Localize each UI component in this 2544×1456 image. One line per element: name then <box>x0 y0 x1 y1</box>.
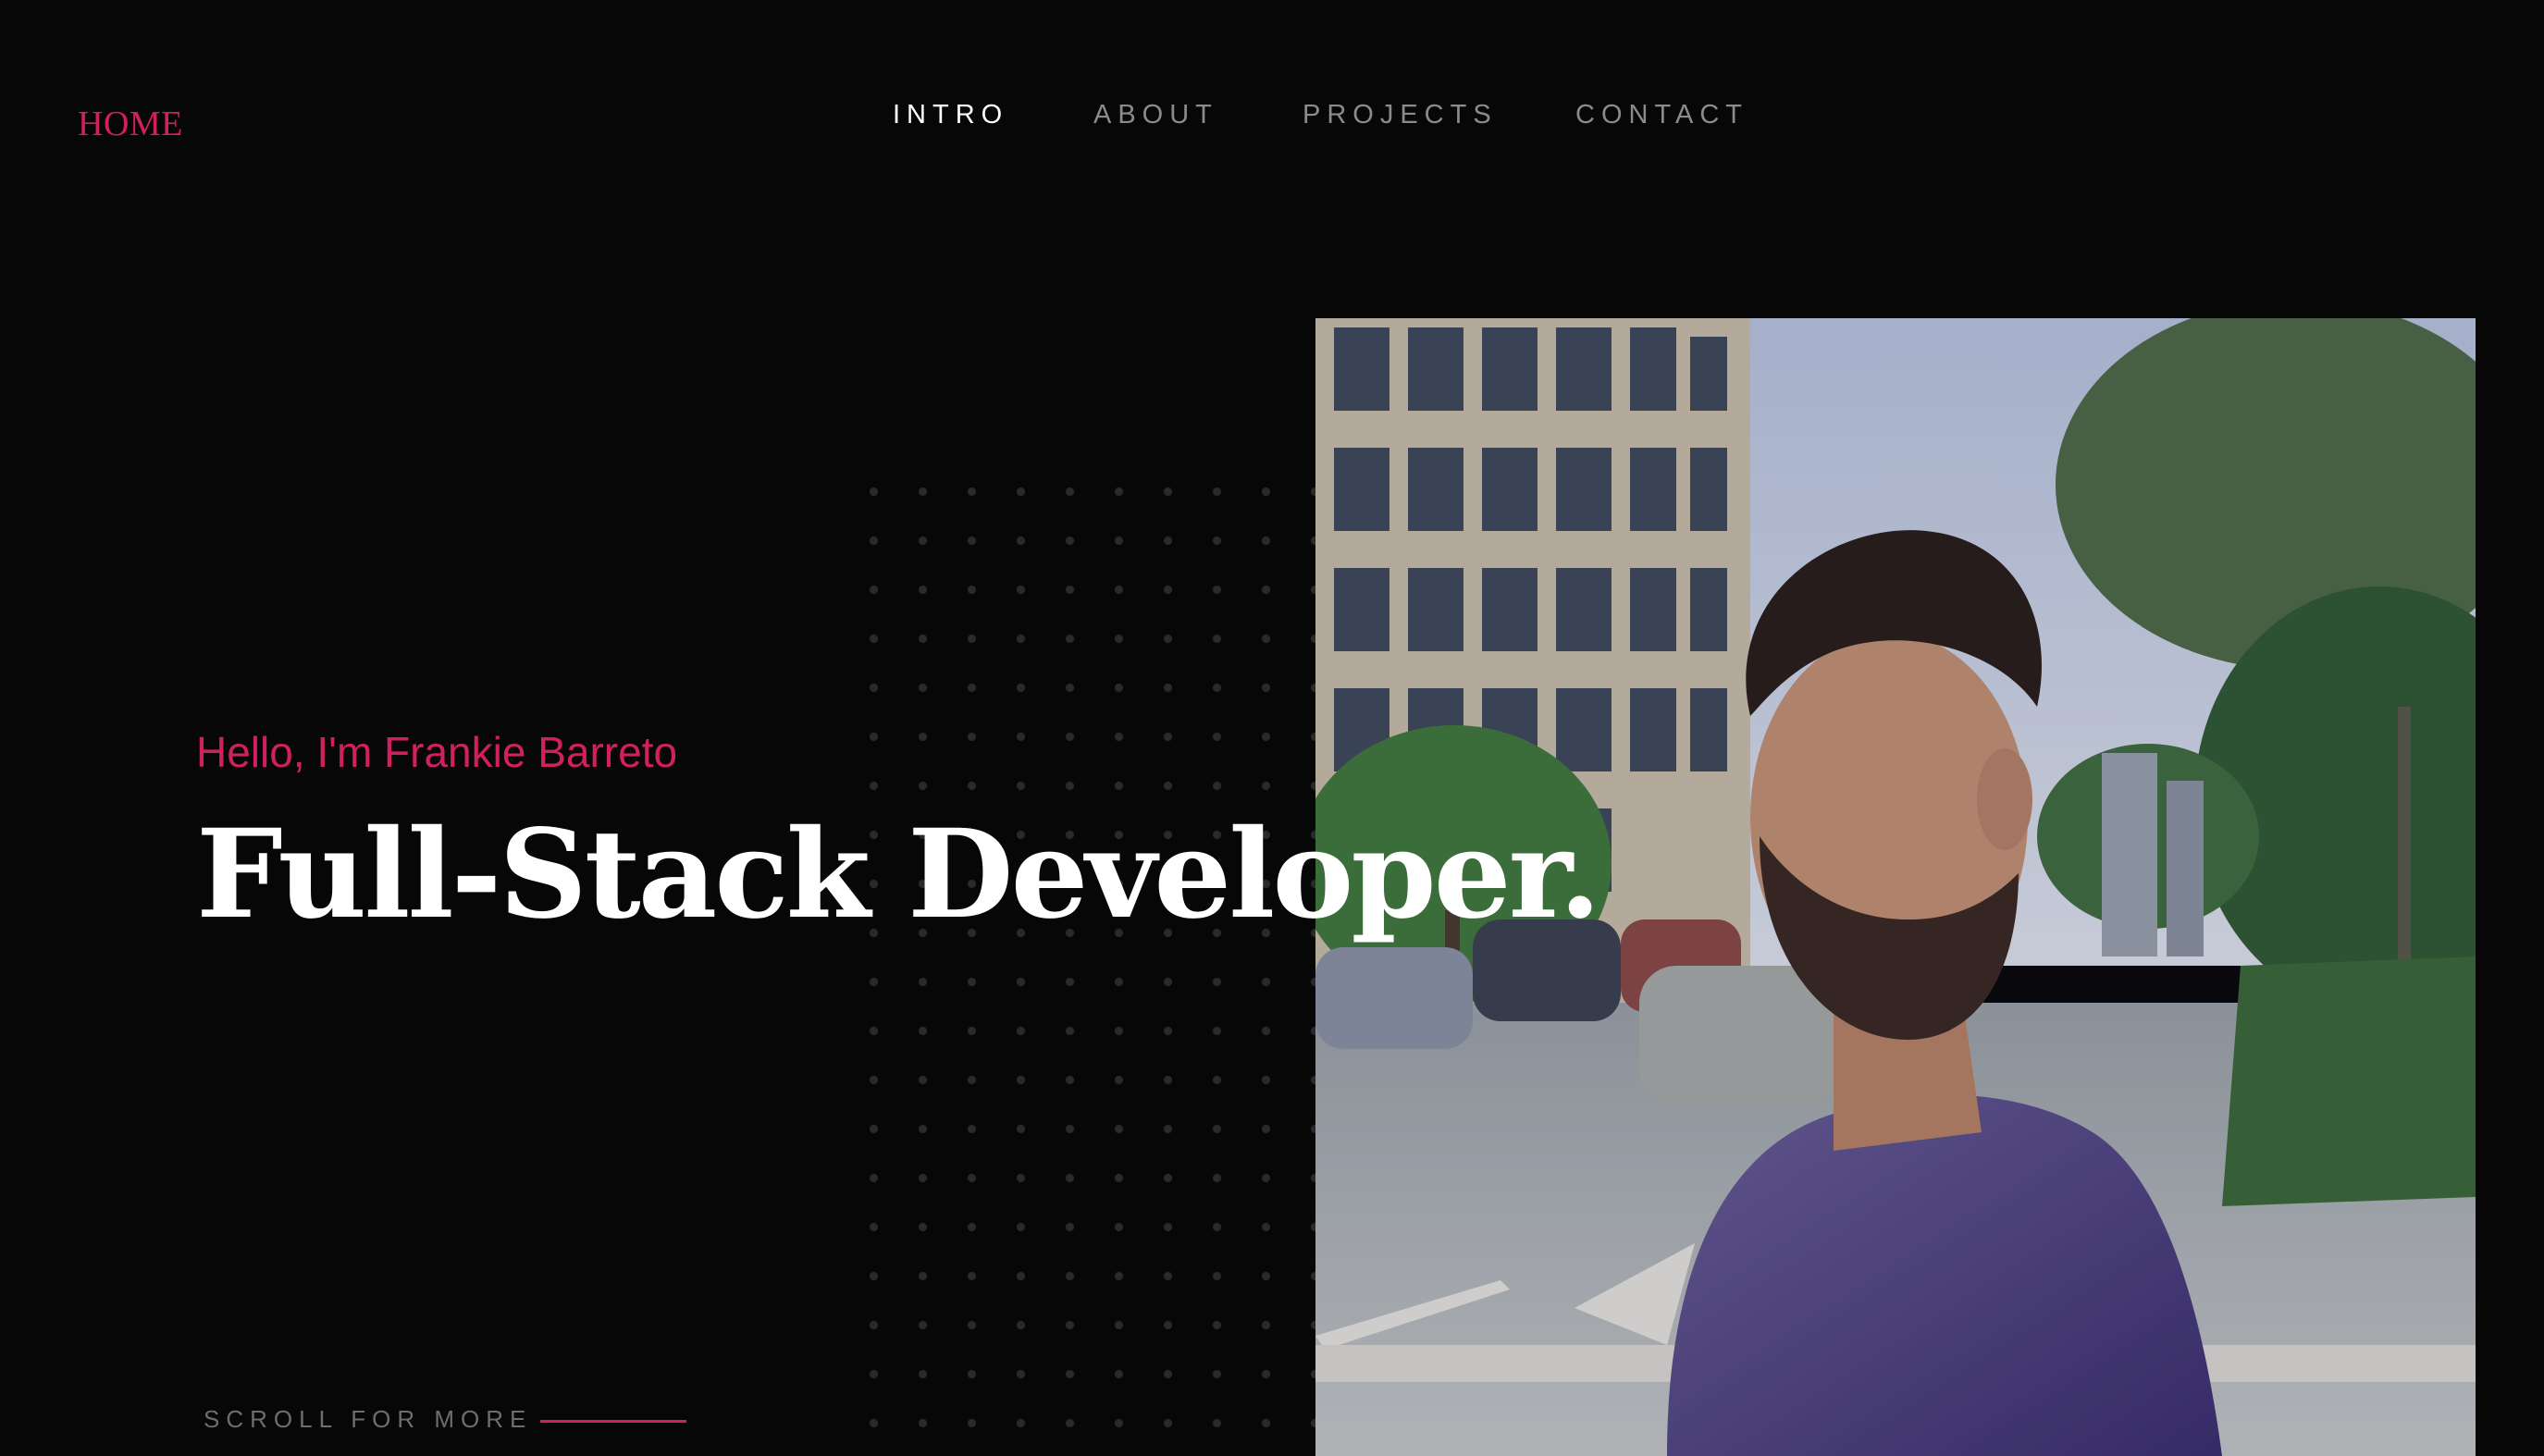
scroll-indicator-line <box>540 1420 686 1423</box>
nav-item-projects[interactable]: PROJECTS <box>1303 100 1498 130</box>
nav-item-intro[interactable]: INTRO <box>893 100 1008 130</box>
main-nav: INTRO ABOUT PROJECTS CONTACT <box>0 100 2544 137</box>
page: HOME INTRO ABOUT PROJECTS CONTACT Hello,… <box>0 0 2544 1456</box>
nav-item-about[interactable]: ABOUT <box>1093 100 1218 130</box>
dot-grid-decoration <box>849 467 1321 1456</box>
hero-greeting: Hello, I'm Frankie Barreto <box>196 728 678 776</box>
nav-item-contact[interactable]: CONTACT <box>1575 100 1748 130</box>
scroll-for-more-label[interactable]: SCROLL FOR MORE <box>204 1405 532 1434</box>
hero-headline: Full-Stack Developer. <box>196 803 1601 946</box>
